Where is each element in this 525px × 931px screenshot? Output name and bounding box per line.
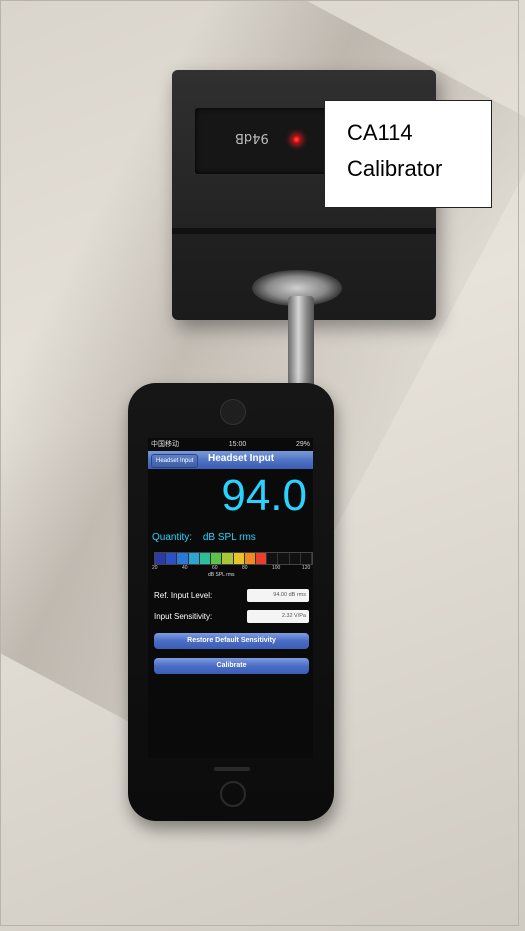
- meter-segment: [267, 553, 279, 564]
- input-sensitivity-row: Input Sensitivity: 2.32 V/Pa: [154, 610, 311, 624]
- meter-segment: [233, 553, 245, 564]
- page-title: Headset Input: [208, 453, 275, 464]
- front-camera-icon: [220, 399, 246, 425]
- back-button[interactable]: Headset Input: [151, 454, 199, 468]
- app-screen: 中国移动 15:00 29% Headset Input Headset Inp…: [148, 438, 313, 758]
- restore-default-sensitivity-button[interactable]: Restore Default Sensitivity: [154, 633, 309, 649]
- meter-segment: [199, 553, 212, 564]
- meter-unit-label: dB SPL rms: [208, 572, 235, 578]
- carrier-text: 中国移动: [151, 441, 179, 448]
- led-indicator-icon: [292, 135, 301, 144]
- meter-segment: [222, 553, 234, 564]
- quantity-label: Quantity:: [152, 532, 193, 543]
- meter-tick-label: 100: [272, 565, 281, 571]
- quantity-unit: dB SPL rms: [202, 532, 256, 543]
- navigation-bar: Headset Input Headset Input: [148, 451, 313, 469]
- calibrator-display-text: 94dB: [235, 130, 269, 145]
- meter-segment: [177, 553, 189, 564]
- meter-segment: [188, 553, 200, 564]
- meter-tick-label: 40: [182, 565, 188, 571]
- meter-segment: [244, 553, 256, 564]
- input-sensitivity-field[interactable]: 2.32 V/Pa: [247, 610, 309, 623]
- input-sensitivity-label: Input Sensitivity:: [154, 612, 213, 621]
- ref-input-level-label: Ref. Input Level:: [154, 591, 213, 600]
- ref-input-level-field[interactable]: 94.00 dB rms: [247, 589, 309, 602]
- calibrate-button[interactable]: Calibrate: [154, 658, 309, 674]
- meter-segment: [211, 553, 223, 564]
- speaker-grille: [214, 767, 250, 771]
- status-bar: 中国移动 15:00 29%: [148, 438, 313, 450]
- calibrator-seam: [172, 228, 436, 234]
- home-button[interactable]: [220, 781, 246, 807]
- meter-segment: [155, 553, 167, 564]
- meter-segment: [289, 553, 301, 564]
- meter-segment: [278, 553, 290, 564]
- meter-tick-label: 60: [212, 565, 218, 571]
- meter-tick-label: 20: [152, 565, 158, 571]
- calibrator-caption-box: CA114 Calibrator: [324, 100, 492, 208]
- meter-tick-label: 120: [302, 565, 311, 571]
- meter-tick-label: 80: [242, 565, 248, 571]
- ref-input-level-row: Ref. Input Level: 94.00 dB rms: [154, 589, 311, 603]
- level-readout: 94.0: [221, 471, 307, 520]
- calibrator-display-window: 94dB: [195, 108, 335, 174]
- status-time: 15:00: [228, 440, 247, 448]
- adapter-rod: [288, 296, 314, 388]
- quantity-line: Quantity: dB SPL rms: [152, 532, 256, 543]
- caption-line-1: CA114: [347, 120, 413, 145]
- meter-segment: [166, 553, 178, 564]
- battery-text: 29%: [295, 440, 310, 448]
- meter-segment: [255, 553, 268, 564]
- level-meter-bar: [154, 552, 313, 565]
- caption-line-2: Calibrator: [347, 156, 443, 181]
- meter-segment: [300, 553, 313, 564]
- smartphone: 中国移动 15:00 29% Headset Input Headset Inp…: [128, 383, 334, 821]
